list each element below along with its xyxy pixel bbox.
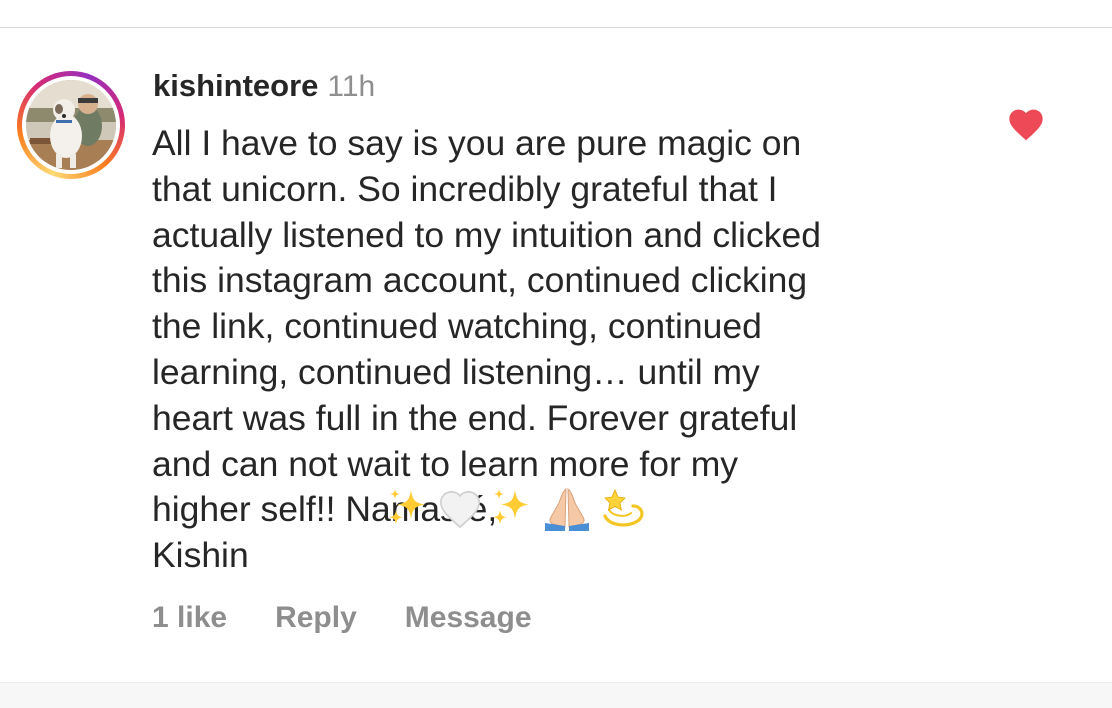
comment-line: the link, continued watching, continued <box>152 306 762 347</box>
avatar-photo <box>26 80 116 170</box>
bottom-strip <box>0 682 1112 708</box>
comment-line: this instagram account, continued clicki… <box>152 260 808 301</box>
comment-emojis <box>385 485 647 531</box>
avatar[interactable] <box>26 80 116 170</box>
username-link[interactable]: kishinteore <box>153 68 318 104</box>
heart-like-icon[interactable] <box>1006 104 1046 142</box>
comment-line: actually listened to my intuition and cl… <box>152 214 821 255</box>
dizzy-icon <box>603 488 644 527</box>
avatar-ring-gap <box>22 76 120 174</box>
folded-hands-icon <box>545 488 589 531</box>
likes-count-button[interactable]: 1 like <box>152 601 227 635</box>
top-divider <box>0 27 1112 28</box>
comment-actions: 1 like Reply Message <box>152 601 532 635</box>
reply-button[interactable]: Reply <box>275 601 357 635</box>
comment-line: All I have to say is you are pure magic … <box>152 123 802 163</box>
comment-line: heart was full in the end. Forever grate… <box>152 397 798 438</box>
comment-header: kishinteore 11h <box>153 68 375 108</box>
comment-timestamp: 11h <box>327 70 376 103</box>
comment-line: and can not wait to learn more for my <box>152 443 739 484</box>
comment-line: learning, continued listening… until my <box>152 351 760 392</box>
message-button[interactable]: Message <box>405 601 532 635</box>
comment-line: that unicorn. So incredibly grateful tha… <box>152 168 778 209</box>
comment-line: Kishin <box>152 535 249 576</box>
white-heart-icon <box>439 491 481 529</box>
avatar-story-ring[interactable] <box>17 71 125 179</box>
sparkles-icon <box>389 489 425 525</box>
sparkles-icon <box>493 489 529 525</box>
